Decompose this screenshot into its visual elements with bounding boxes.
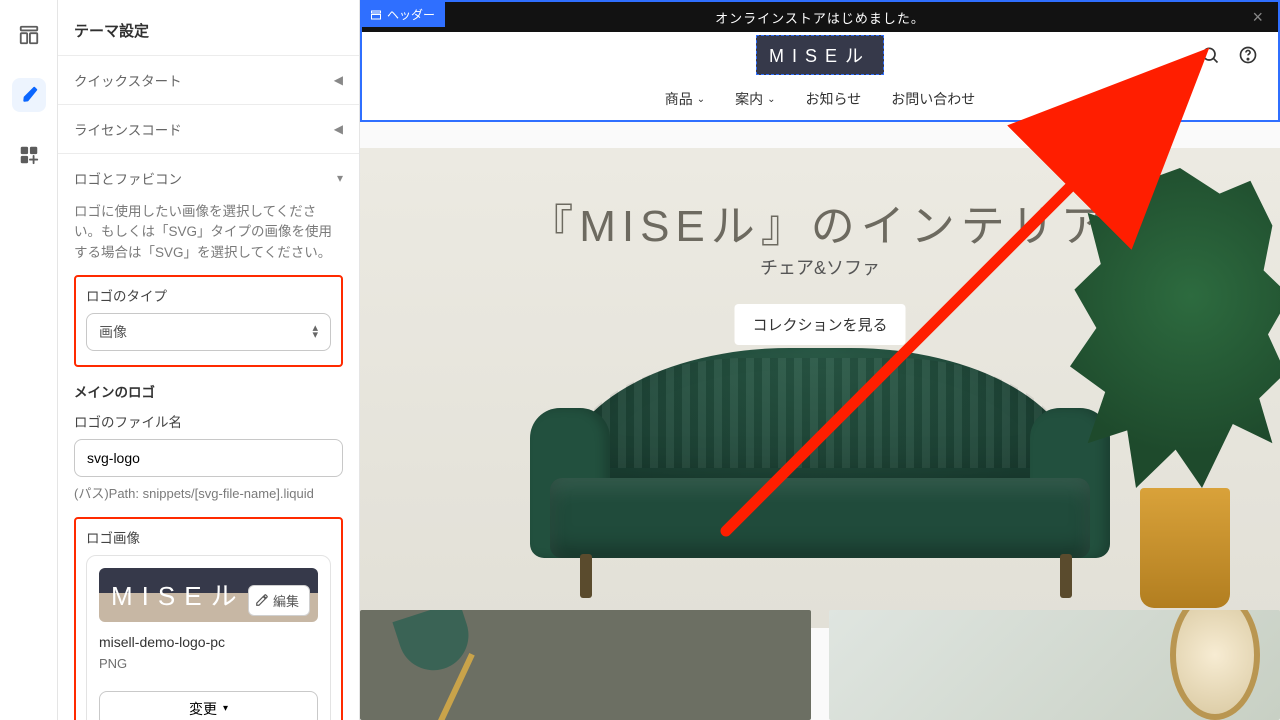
chevron-left-icon: ◀ [334, 122, 343, 136]
logo-filename-hint: (パス)Path: snippets/[svg-file-name].liqui… [74, 477, 343, 503]
logo-image-card: MISEル 編集 misell-demo-logo-pc PNG 変更 ▾ [86, 555, 331, 720]
section-license[interactable]: ライセンスコード ◀ [58, 105, 359, 153]
chevron-down-icon: ⌄ [767, 94, 775, 105]
nav-label: 商品 [665, 89, 693, 109]
search-icon[interactable] [1200, 45, 1220, 65]
preview-canvas: ヘッダー オンラインストアはじめました。 × MISEル 商品 ⌄ 案内 ⌄ お知ら… [360, 0, 1280, 720]
section-label: ライセンスコード [74, 119, 182, 139]
close-icon[interactable]: × [1252, 7, 1264, 28]
header-frame[interactable]: ヘッダー オンラインストアはじめました。 × MISEル 商品 ⌄ 案内 ⌄ お知ら… [360, 0, 1280, 122]
nav-news[interactable]: お知らせ [806, 89, 862, 109]
hero-sofa-illustration [500, 338, 1140, 598]
nav-guide[interactable]: 案内 ⌄ [735, 89, 775, 109]
nav-label: 案内 [735, 89, 763, 109]
frame-chip-label: ヘッダー [387, 6, 435, 23]
logo-image-type: PNG [99, 656, 318, 671]
logo-image-preview[interactable]: MISEル 編集 [99, 568, 318, 622]
logo-image-group: ロゴ画像 MISEル 編集 misell-demo-logo-pc PNG 変更… [74, 517, 343, 720]
main-logo-heading: メインのロゴ [74, 381, 343, 401]
tile-2[interactable] [829, 610, 1280, 720]
chevron-down-icon: ▾ [337, 171, 343, 185]
nav-label: お知らせ [806, 89, 862, 109]
logo-type-label: ロゴのタイプ [86, 285, 331, 305]
help-icon[interactable] [1238, 45, 1258, 65]
icon-rail [0, 0, 58, 720]
hero-title: 『MISEル』のインテリア [529, 190, 1111, 254]
hero-tiles [360, 610, 1280, 720]
hero-section: 『MISEル』のインテリア チェア&ソファ コレクションを見る [360, 148, 1280, 628]
store-header: MISEル [362, 32, 1278, 78]
frame-chip[interactable]: ヘッダー [362, 2, 445, 27]
chevron-down-icon: ⌄ [697, 94, 705, 105]
logo-image-label: ロゴ画像 [86, 527, 331, 547]
paint-icon[interactable] [12, 78, 46, 112]
logo-filename-label: ロゴのファイル名 [74, 411, 343, 431]
logo-hint: ロゴに使用したい画像を選択してください。もしくは「SVG」タイプの画像を使用する… [74, 202, 343, 263]
nav-label: お問い合わせ [891, 89, 975, 109]
select-chevron-icon: ▴▾ [312, 325, 318, 339]
logo-filename-input[interactable] [74, 439, 343, 477]
apps-icon[interactable] [12, 138, 46, 172]
edit-label: 編集 [273, 591, 299, 610]
tile-1[interactable] [360, 610, 811, 720]
hero-subtitle: チェア&ソファ [760, 254, 880, 280]
section-logo-body: ロゴに使用したい画像を選択してください。もしくは「SVG」タイプの画像を使用する… [58, 202, 359, 720]
store-logo[interactable]: MISEル [756, 35, 884, 75]
section-logo-favicon[interactable]: ロゴとファビコン ▾ [58, 154, 359, 202]
logo-sample-text: MISEル [111, 576, 246, 613]
announcement-text: オンラインストアはじめました。 [715, 8, 925, 27]
logo-image-name: misell-demo-logo-pc [99, 634, 318, 650]
settings-sidebar: テーマ設定 クイックスタート ◀ ライセンスコード ◀ ロゴとファビコン ▾ ロ… [58, 0, 360, 720]
logo-type-group: ロゴのタイプ 画像 ▴▾ [74, 275, 343, 367]
sidebar-title: テーマ設定 [58, 0, 359, 55]
chevron-left-icon: ◀ [334, 73, 343, 87]
logo-type-select[interactable]: 画像 ▴▾ [86, 313, 331, 351]
change-label: 変更 [189, 699, 217, 719]
section-label: クイックスタート [74, 70, 182, 90]
sections-icon[interactable] [12, 18, 46, 52]
header-icons [1200, 45, 1258, 65]
chevron-down-icon: ▾ [223, 703, 228, 714]
store-nav: 商品 ⌄ 案内 ⌄ お知らせ お問い合わせ [362, 78, 1278, 120]
announcement-bar: オンラインストアはじめました。 × [362, 2, 1278, 32]
change-image-button[interactable]: 変更 ▾ [99, 691, 318, 720]
hero-plant-illustration [1070, 168, 1280, 608]
nav-contact[interactable]: お問い合わせ [891, 89, 975, 109]
select-value: 画像 [99, 322, 127, 342]
section-label: ロゴとファビコン [74, 168, 182, 188]
nav-products[interactable]: 商品 ⌄ [665, 89, 705, 109]
edit-image-button[interactable]: 編集 [248, 585, 310, 616]
section-quickstart[interactable]: クイックスタート ◀ [58, 56, 359, 104]
